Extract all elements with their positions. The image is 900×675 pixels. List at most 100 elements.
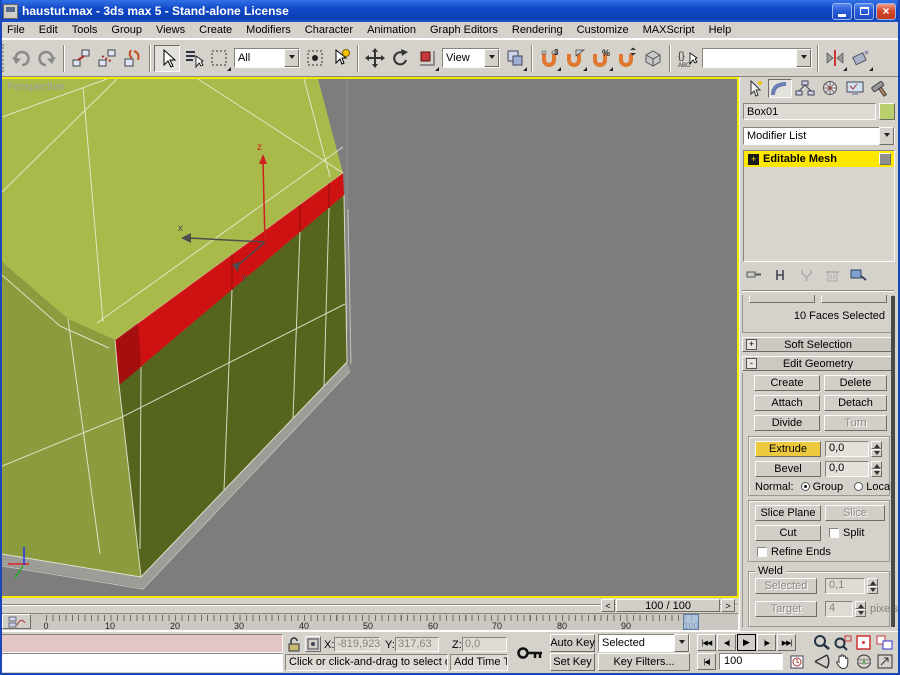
track-bar[interactable]: 0 10 20 30 40 50 60 70 80 90 100 [0, 613, 739, 631]
menu-item-edit[interactable]: Edit [32, 23, 65, 37]
tab-modify[interactable] [768, 79, 792, 98]
y-coordinate-field[interactable]: 317,63 [395, 637, 439, 652]
maxscript-listener-pane[interactable] [1, 653, 283, 672]
slice-button[interactable]: Slice [825, 505, 885, 521]
named-selection-dropdown[interactable] [702, 48, 812, 68]
viewport-canvas[interactable]: x y z [2, 79, 737, 596]
spinner-down-icon[interactable] [871, 469, 882, 477]
z-coordinate-field[interactable]: 0,0 [462, 637, 507, 652]
go-to-start-button[interactable]: |◀◀ [697, 634, 716, 651]
rollout-expand-icon[interactable]: + [746, 339, 757, 350]
menu-item-rendering[interactable]: Rendering [505, 23, 570, 37]
selection-partial-button[interactable] [749, 295, 815, 303]
expand-icon[interactable]: + [748, 154, 759, 165]
menu-item-graph-editors[interactable]: Graph Editors [423, 23, 505, 37]
viewport-label[interactable]: Perspective [7, 81, 64, 93]
rollout-scrollbar[interactable] [891, 296, 895, 627]
field-of-view-button[interactable] [812, 653, 832, 670]
pin-stack-button[interactable] [743, 266, 766, 284]
turn-button[interactable]: Turn [824, 415, 887, 431]
rollout-edit-geometry[interactable]: - Edit Geometry [742, 356, 893, 371]
spinner-snap-toggle-button[interactable] [614, 45, 640, 72]
snap-toggle-button[interactable]: 3 [536, 45, 562, 72]
spinner-up-icon[interactable] [871, 441, 882, 449]
dropdown-button[interactable] [796, 49, 811, 67]
align-button[interactable] [848, 45, 874, 72]
select-by-name-button[interactable] [180, 45, 206, 72]
modifier-list-dropdown[interactable]: Modifier List [743, 127, 895, 145]
slice-plane-button[interactable]: Slice Plane [755, 505, 821, 521]
object-name-field[interactable]: Box01 [743, 103, 876, 120]
bind-to-space-warp-button[interactable] [120, 45, 146, 72]
restore-button[interactable] [854, 3, 874, 20]
spinner-down-icon[interactable] [867, 586, 878, 594]
modifier-stack-item[interactable]: + Editable Mesh [744, 151, 894, 167]
create-button[interactable]: Create [754, 375, 820, 391]
select-and-link-button[interactable] [68, 45, 94, 72]
minimize-button[interactable] [832, 3, 852, 20]
refine-ends-label[interactable]: Refine Ends [771, 546, 831, 558]
set-keys-button[interactable] [513, 635, 546, 671]
cut-button[interactable]: Cut [755, 525, 821, 541]
toolbar-grip[interactable] [2, 44, 5, 72]
min-max-toggle-button[interactable] [875, 653, 895, 670]
spinner-up-icon[interactable] [867, 578, 878, 586]
next-frame-arrow-button[interactable]: > [721, 599, 735, 612]
divide-button[interactable]: Divide [754, 415, 820, 431]
menu-item-maxscript[interactable]: MAXScript [636, 23, 702, 37]
time-slider[interactable]: < 100 / 100 > [0, 598, 739, 613]
pan-button[interactable] [833, 653, 853, 670]
play-button[interactable]: ▶ [737, 634, 756, 651]
modifier-toggle-icon[interactable] [879, 153, 891, 165]
selection-filter-dropdown[interactable]: All [234, 48, 300, 68]
zoom-extents-button[interactable] [854, 634, 874, 651]
remove-modifier-button[interactable] [821, 266, 844, 284]
use-pivot-point-center-button[interactable] [502, 45, 528, 72]
dropdown-button[interactable] [284, 49, 299, 67]
menu-item-customize[interactable]: Customize [570, 23, 636, 37]
redo-button[interactable] [34, 45, 60, 72]
go-to-end-button[interactable]: ▶▶| [777, 634, 796, 651]
menu-item-character[interactable]: Character [298, 23, 360, 37]
bevel-button[interactable]: Bevel [755, 461, 821, 477]
window-crossing-toggle-button[interactable] [302, 45, 328, 72]
auto-key-button[interactable]: Auto Key [550, 634, 595, 652]
rectangular-selection-region-button[interactable] [206, 45, 232, 72]
normal-group-label[interactable]: Group [813, 481, 844, 493]
current-frame-field[interactable]: 100 [719, 653, 783, 670]
percent-snap-toggle-button[interactable]: % [588, 45, 614, 72]
previous-frame-arrow-button[interactable]: < [601, 599, 615, 612]
zoom-button[interactable] [812, 634, 832, 651]
bevel-value-field[interactable]: 0,0 [825, 461, 869, 477]
menu-item-modifiers[interactable]: Modifiers [239, 23, 298, 37]
menu-item-views[interactable]: Views [149, 23, 192, 37]
add-time-tag[interactable]: Add Time Tag [450, 654, 508, 671]
title-bar[interactable]: haustut.max - 3ds max 5 - Stand-alone Li… [0, 0, 900, 22]
rollout-soft-selection[interactable]: + Soft Selection [742, 337, 893, 352]
perspective-viewport[interactable]: Perspective [0, 77, 739, 598]
select-and-manipulate-button[interactable] [328, 45, 354, 72]
show-end-result-button[interactable] [769, 266, 792, 284]
absolute-mode-toggle[interactable] [305, 636, 321, 652]
undo-button[interactable] [8, 45, 34, 72]
split-checkbox[interactable] [829, 528, 839, 538]
set-key-button[interactable]: Set Key [550, 653, 595, 671]
tab-create[interactable] [743, 79, 767, 98]
tab-hierarchy[interactable] [793, 79, 817, 98]
dropdown-button[interactable] [674, 634, 689, 652]
weld-selected-value-field[interactable]: 0,1 [825, 578, 865, 594]
attach-button[interactable]: Attach [754, 395, 820, 411]
make-unique-button[interactable] [795, 266, 818, 284]
menu-item-help[interactable]: Help [702, 23, 739, 37]
extrude-button[interactable]: Extrude [755, 441, 821, 457]
select-and-rotate-button[interactable] [388, 45, 414, 72]
extrude-value-field[interactable]: 0,0 [825, 441, 869, 457]
dropdown-button[interactable] [879, 127, 894, 145]
selection-partial-button[interactable] [821, 295, 887, 303]
macro-recorder-pane[interactable] [1, 634, 283, 653]
tab-utilities[interactable] [868, 79, 892, 98]
tab-display[interactable] [843, 79, 867, 98]
weld-target-value-field[interactable]: 4 [825, 601, 853, 617]
weld-selected-spinner[interactable] [867, 578, 878, 594]
zoom-extents-all-button[interactable] [875, 634, 895, 651]
